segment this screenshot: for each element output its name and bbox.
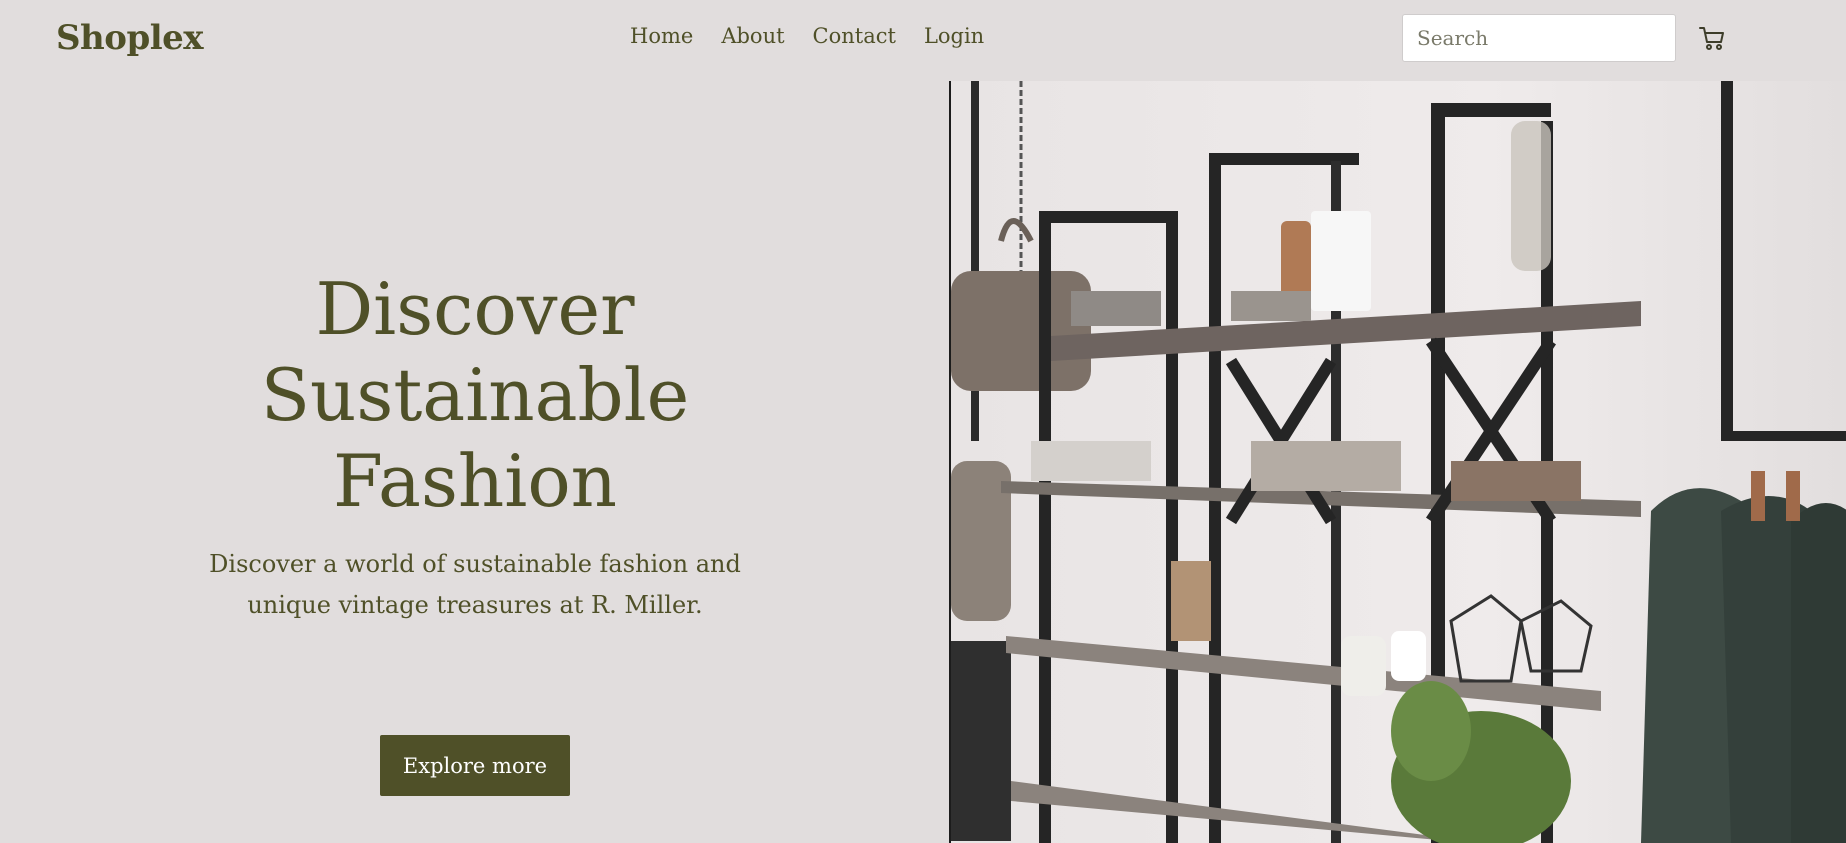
hero-section: Discover Sustainable Fashion Discover a … bbox=[0, 80, 950, 843]
hero-title: Discover Sustainable Fashion bbox=[0, 266, 950, 524]
explore-more-button[interactable]: Explore more bbox=[380, 735, 570, 796]
nav-home-link[interactable]: Home bbox=[630, 24, 693, 48]
hero-title-line: Fashion bbox=[332, 439, 618, 523]
nav-login-link[interactable]: Login bbox=[924, 24, 984, 48]
hero-title-line: Discover bbox=[315, 267, 635, 351]
search-input[interactable] bbox=[1402, 14, 1676, 62]
store-shelves-illustration bbox=[951, 81, 1846, 843]
nav-about-link[interactable]: About bbox=[721, 24, 784, 48]
store-shelves-image bbox=[949, 81, 1846, 843]
main-nav: Home About Contact Login bbox=[630, 24, 984, 48]
site-header: Shoplex Home About Contact Login bbox=[0, 0, 1846, 80]
nav-contact-link[interactable]: Contact bbox=[813, 24, 896, 48]
hero-subtitle: Discover a world of sustainable fashion … bbox=[209, 550, 741, 619]
shopping-cart-icon[interactable] bbox=[1698, 24, 1726, 52]
hero-title-line: Sustainable bbox=[260, 353, 690, 437]
brand-logo[interactable]: Shoplex bbox=[56, 18, 204, 58]
